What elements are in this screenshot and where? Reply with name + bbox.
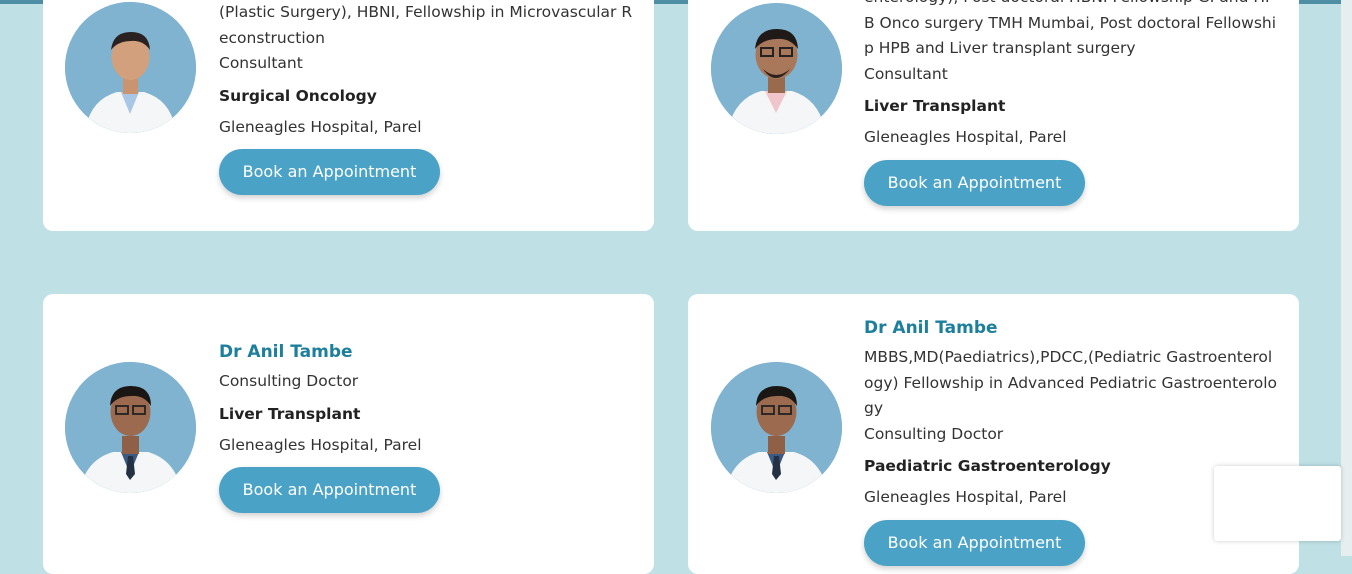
- doctor-photo: [711, 362, 842, 493]
- doctor-designation: Consultant: [864, 64, 948, 83]
- doctor-speciality: Liver Transplant: [864, 97, 1006, 115]
- doctor-designation: Consulting Doctor: [219, 372, 359, 390]
- doctor-qualifications: MBBS,MD(Paediatrics),PDCC,(Pediatric Gas…: [864, 348, 1277, 417]
- doctor-photo: [711, 3, 842, 134]
- doctor-speciality: Liver Transplant: [219, 404, 361, 423]
- doctor-card: Dr Anil Tambe MBBS,MD(Paediatrics),PDCC,…: [688, 294, 1299, 574]
- doctor-photo: [65, 2, 196, 133]
- doctor-card: Dr Anil Tambe Consulting Doctor Liver Tr…: [43, 294, 654, 574]
- book-appointment-button[interactable]: Book an Appointment: [864, 159, 1085, 206]
- doctor-designation: Consultant: [219, 54, 303, 72]
- book-appointment-button[interactable]: Book an Appointment: [219, 149, 440, 195]
- scrollbar-track[interactable]: [1341, 0, 1352, 556]
- doctor-qualifications: enterology), Post doctoral HBNI Fellowsh…: [864, 0, 1277, 57]
- doctor-card: enterology), Post doctoral HBNI Fellowsh…: [688, 0, 1299, 231]
- doctor-photo: [65, 362, 196, 493]
- doctor-location: Gleneagles Hospital, Parel: [219, 435, 422, 454]
- doctor-name[interactable]: Dr Anil Tambe: [219, 341, 634, 363]
- doctor-designation: Consulting Doctor: [864, 424, 1004, 443]
- floating-widget[interactable]: [1214, 466, 1341, 541]
- doctor-speciality: Surgical Oncology: [219, 86, 377, 105]
- doctor-card: (Plastic Surgery), HBNI, Fellowship in M…: [43, 0, 654, 231]
- book-appointment-button[interactable]: Book an Appointment: [864, 519, 1085, 566]
- doctor-location: Gleneagles Hospital, Parel: [219, 117, 422, 136]
- doctor-qualifications: (Plastic Surgery), HBNI, Fellowship in M…: [219, 3, 633, 47]
- doctor-name[interactable]: Dr Anil Tambe: [864, 317, 1279, 339]
- book-appointment-button[interactable]: Book an Appointment: [219, 467, 440, 513]
- doctor-location: Gleneagles Hospital, Parel: [864, 128, 1067, 146]
